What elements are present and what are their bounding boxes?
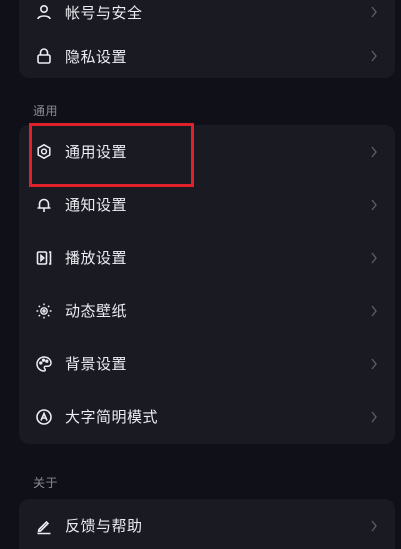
about-card: 反馈与帮助 [19,499,395,549]
settings-item-dynamic-wallpaper[interactable]: 动态壁纸 [19,284,395,337]
settings-item-label: 通用设置 [65,143,128,161]
settings-item-label: 背景设置 [65,355,128,373]
settings-item-label: 大字简明模式 [65,408,159,426]
chevron-right-icon [369,6,379,18]
section-title-about: 关于 [33,476,59,490]
settings-item-label: 播放设置 [65,249,128,267]
chevron-right-icon [369,50,379,62]
dynamic-wallpaper-icon [35,302,53,320]
settings-item-account-security[interactable]: 帐号与安全 [19,0,395,34]
settings-item-label: 隐私设置 [65,47,128,66]
account-privacy-card: 帐号与安全 隐私设置 [19,0,395,78]
person-icon [35,3,53,21]
chevron-right-icon [369,520,379,532]
settings-item-label: 反馈与帮助 [65,517,143,535]
gear-icon [35,143,53,161]
settings-item-background[interactable]: 背景设置 [19,337,395,390]
chevron-right-icon [369,252,379,264]
chevron-right-icon [369,146,379,158]
section-title-general: 通用 [33,104,59,118]
settings-item-label: 动态壁纸 [65,302,128,320]
chevron-right-icon [369,199,379,211]
settings-item-label: 帐号与安全 [65,3,143,22]
settings-item-feedback-help[interactable]: 反馈与帮助 [19,499,395,549]
settings-item-general[interactable]: 通用设置 [19,125,395,178]
chevron-right-icon [369,411,379,423]
general-settings-card: 通用设置 通知设置 播放设置 动态壁纸 背景设置 大字简明模式 [19,125,395,444]
bell-icon [35,196,53,214]
settings-item-label: 通知设置 [65,196,128,214]
settings-item-privacy[interactable]: 隐私设置 [19,34,395,78]
chevron-right-icon [369,305,379,317]
palette-icon [35,355,53,373]
settings-page: 帐号与安全 隐私设置 通用 通用设置 通知设置 播放设置 动态壁纸 背景设置 大… [0,0,401,549]
settings-item-playback[interactable]: 播放设置 [19,231,395,284]
pencil-icon [35,517,53,535]
settings-item-notification[interactable]: 通知设置 [19,178,395,231]
chevron-right-icon [369,358,379,370]
lock-icon [35,47,53,65]
large-font-icon [35,408,53,426]
play-icon [35,249,53,267]
settings-item-large-font-mode[interactable]: 大字简明模式 [19,390,395,443]
